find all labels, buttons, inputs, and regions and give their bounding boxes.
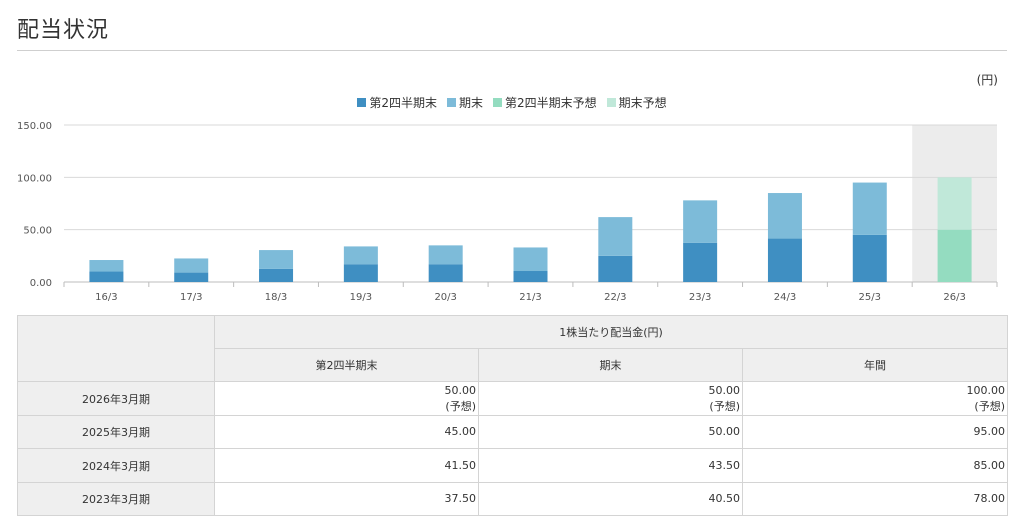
bar-segment [174, 258, 209, 273]
table-group-header: 1株当たり配当金(円) [213, 315, 1009, 349]
table-corner-cell [17, 315, 215, 382]
bar-segment [259, 250, 294, 269]
table-col-header-q2: 第2四半期末 [214, 348, 479, 382]
table-row: 2026年3月期 50.00 (予想) 50.00 (予想) 100.00 (予… [17, 381, 1009, 416]
x-tick-label: 20/3 [434, 292, 456, 303]
table-cell-value: 45.00 [214, 415, 479, 449]
legend-label-year-end-forecast: 期末予想 [618, 96, 667, 110]
x-tick-label: 23/3 [689, 292, 711, 303]
bar-segment [89, 260, 124, 272]
legend-label-q2: 第2四半期末 [369, 96, 437, 110]
table-cell-value: 40.50 [478, 482, 743, 516]
table-cell-value: 41.50 [214, 448, 479, 483]
legend-swatch-year-end-forecast [606, 98, 616, 107]
bar-segment [683, 200, 718, 243]
table-cell-value: 50.00 [708, 383, 741, 397]
table-cell-value: 37.50 [214, 482, 479, 516]
table-col-header-annual: 年間 [741, 348, 1009, 382]
table-cell: 50.00 (予想) [214, 381, 479, 416]
legend-item-q2-forecast[interactable]: 第2四半期末予想 [493, 94, 597, 111]
x-tick-label: 22/3 [604, 292, 626, 303]
x-tick-label: 19/3 [350, 292, 372, 303]
y-tick-label: 50.00 [23, 226, 52, 237]
table-cell: 100.00 (予想) [741, 381, 1009, 416]
table-cell-note: (予想) [974, 399, 1006, 413]
x-tick-label: 21/3 [519, 292, 541, 303]
legend-item-q2[interactable]: 第2四半期末 [357, 94, 437, 111]
legend-swatch-year-end [446, 98, 456, 107]
table-cell-value: 100.00 [966, 383, 1006, 397]
page-title: 配当状況 [17, 18, 110, 43]
title-divider [17, 50, 1007, 51]
legend-item-year-end[interactable]: 期末 [446, 94, 483, 111]
x-tick-label: 24/3 [774, 292, 796, 303]
x-tick-label: 25/3 [859, 292, 881, 303]
dividend-table: 1株当たり配当金(円) 第2四半期末 期末 年間 2026年3月期 50.00 … [17, 315, 1009, 516]
x-tick-label: 26/3 [943, 292, 965, 303]
table-cell-value: 50.00 [478, 415, 743, 449]
y-tick-label: 100.00 [17, 173, 52, 184]
x-tick-label: 18/3 [265, 292, 287, 303]
y-tick-label: 0.00 [30, 278, 52, 289]
bar-segment [428, 245, 463, 265]
table-row-period: 2026年3月期 [17, 381, 215, 416]
legend-label-q2-forecast: 第2四半期末予想 [505, 96, 597, 110]
legend-item-year-end-forecast[interactable]: 期末予想 [606, 94, 667, 111]
table-col-header-year-end: 期末 [478, 348, 743, 382]
table-row: 2025年3月期 45.00 50.00 95.00 [17, 415, 1009, 449]
x-tick-label: 17/3 [180, 292, 202, 303]
table-row-period: 2025年3月期 [17, 415, 215, 449]
bar-segment [767, 193, 802, 239]
bar-segment [174, 272, 209, 282]
bar-segment [259, 268, 294, 282]
bar-segment [852, 234, 887, 282]
legend-swatch-q2-forecast [493, 98, 502, 107]
chart-legend: 第2四半期末 期末 第2四半期末予想 期末予想 [0, 94, 1024, 111]
y-tick-label: 150.00 [17, 121, 52, 132]
bar-segment [343, 264, 378, 282]
table-row: 2024年3月期 41.50 43.50 85.00 [17, 448, 1009, 483]
table-cell-value: 95.00 [741, 415, 1009, 449]
table-row: 2023年3月期 37.50 40.50 78.00 [17, 482, 1009, 516]
x-tick-label: 16/3 [95, 292, 117, 303]
table-row-period: 2024年3月期 [17, 448, 215, 483]
bar-segment [343, 246, 378, 265]
table-cell-value: 50.00 [444, 383, 477, 397]
bar-segment [598, 217, 633, 256]
table-cell-value: 85.00 [741, 448, 1009, 483]
table-cell: 50.00 (予想) [478, 381, 743, 416]
table-cell-value: 43.50 [478, 448, 743, 483]
bar-segment [937, 229, 972, 282]
table-row-period: 2023年3月期 [17, 482, 215, 516]
bar-segment [852, 182, 887, 235]
bar-segment [598, 255, 633, 282]
bar-segment [683, 242, 718, 282]
bar-segment [513, 271, 548, 282]
legend-swatch-q2 [357, 98, 367, 107]
legend-label-year-end: 期末 [458, 96, 483, 110]
bar-segment [513, 247, 548, 272]
unit-label: (円) [976, 73, 998, 87]
table-cell-note: (予想) [445, 399, 476, 413]
bar-segment [937, 177, 972, 230]
table-cell-value: 78.00 [741, 482, 1009, 516]
bar-segment [767, 238, 802, 282]
table-cell-note: (予想) [709, 399, 740, 413]
dividend-bar-chart: 0.00 50.00 100.00 150.00 16/3 17/3 18/3 19/3 20/… [17, 121, 998, 303]
bar-segment [89, 271, 124, 282]
bar-segment [428, 264, 463, 282]
